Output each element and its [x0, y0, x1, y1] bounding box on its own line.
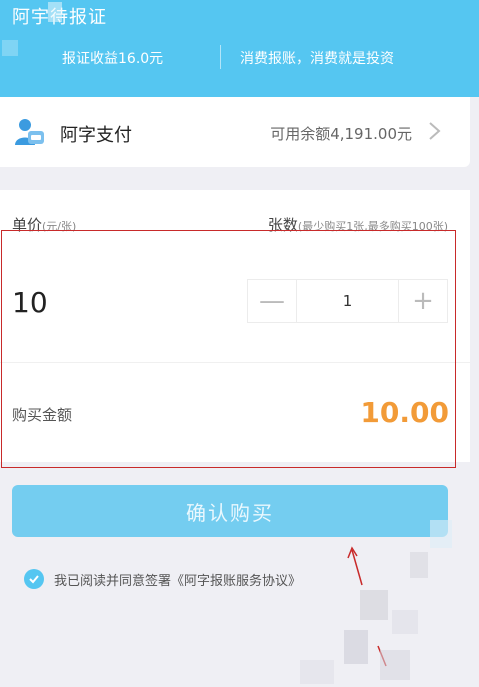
- unit-price-label: 单价(元/张): [12, 216, 77, 234]
- available-balance: 可用余额4,191.00元: [270, 125, 412, 143]
- unit-price-value: 10: [12, 286, 48, 319]
- quantity-stepper[interactable]: — 1 +: [247, 279, 448, 323]
- payment-method-row[interactable]: 阿字支付 可用余额4,191.00元: [0, 97, 470, 167]
- header-title: 阿宇待报证: [12, 7, 107, 28]
- slogan-text: 消费报账，消费就是投资: [240, 51, 394, 67]
- header-info-row: 报证收益16.0元 消费报账，消费就是投资: [0, 44, 479, 70]
- payment-name: 阿字支付: [60, 125, 132, 146]
- minus-button[interactable]: —: [248, 280, 296, 322]
- confirm-purchase-button[interactable]: 确认购买: [12, 485, 448, 537]
- wallet-user-icon: [14, 117, 46, 147]
- checkmark-icon[interactable]: [24, 569, 44, 589]
- plus-button[interactable]: +: [399, 280, 447, 322]
- header-divider: [220, 45, 221, 69]
- row-divider: [0, 362, 470, 363]
- purchase-amount-label: 购买金额: [12, 406, 73, 424]
- earnings-text: 报证收益16.0元: [62, 51, 164, 67]
- annotation-arrow: [347, 546, 387, 667]
- quantity-value[interactable]: 1: [296, 280, 399, 322]
- agreement-text[interactable]: 我已阅读并同意签署《阿字报账服务协议》: [54, 570, 301, 589]
- purchase-amount-value: 10.00: [360, 396, 449, 429]
- quantity-label: 张数(最少购买1张,最多购买100张): [267, 216, 448, 234]
- chevron-right-icon[interactable]: [424, 121, 444, 141]
- header-banner: 阿宇待报证 报证收益16.0元 消费报账，消费就是投资: [0, 0, 479, 97]
- agreement-row[interactable]: 我已阅读并同意签署《阿字报账服务协议》: [24, 568, 301, 590]
